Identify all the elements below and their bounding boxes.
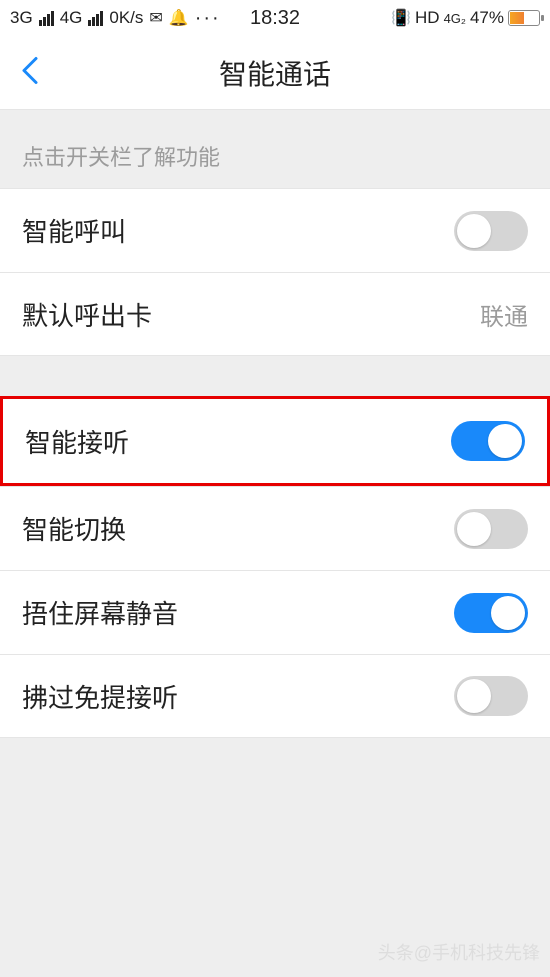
notification-bell-icon: 🔔 — [169, 8, 189, 28]
vibrate-icon: 📳 — [391, 8, 411, 28]
default-sim-value: 联通 — [480, 297, 528, 332]
watermark: 头条@手机科技先锋 — [378, 939, 540, 965]
hd-label: HD — [415, 8, 440, 28]
cover-mute-toggle[interactable] — [454, 593, 528, 633]
clock: 18:32 — [250, 7, 300, 30]
wave-answer-toggle[interactable] — [454, 676, 528, 716]
status-bar: 3G 4G 0K/s ✉ 🔔 ··· 18:32 📳 HD 4G₂ 47% — [0, 0, 550, 36]
signal-bars-2-icon — [88, 11, 103, 26]
network-1-label: 3G — [10, 8, 33, 28]
page-header: 智能通话 — [0, 36, 550, 110]
smart-answer-toggle[interactable] — [451, 421, 525, 461]
smart-call-toggle[interactable] — [454, 211, 528, 251]
row-wave-answer[interactable]: 拂过免提接听 — [0, 654, 550, 738]
highlight-box: 智能接听 — [0, 396, 550, 486]
battery-icon — [508, 10, 540, 26]
more-icon: ··· — [195, 7, 221, 30]
chevron-left-icon — [20, 54, 40, 86]
smart-switch-toggle[interactable] — [454, 509, 528, 549]
row-smart-switch[interactable]: 智能切换 — [0, 486, 550, 570]
data-speed: 0K/s — [109, 8, 143, 28]
section-hint: 点击开关栏了解功能 — [0, 110, 550, 188]
default-sim-label: 默认呼出卡 — [22, 296, 152, 333]
row-cover-mute[interactable]: 捂住屏幕静音 — [0, 570, 550, 654]
net-badge: 4G₂ — [444, 11, 466, 26]
wechat-icon: ✉ — [149, 8, 162, 28]
smart-switch-label: 智能切换 — [22, 510, 126, 547]
row-default-sim[interactable]: 默认呼出卡 联通 — [0, 272, 550, 356]
wave-answer-label: 拂过免提接听 — [22, 678, 178, 715]
back-button[interactable] — [20, 54, 40, 91]
network-2-label: 4G — [60, 8, 83, 28]
section-gap — [0, 356, 550, 396]
status-left: 3G 4G 0K/s ✉ 🔔 ··· — [10, 7, 221, 30]
page-title: 智能通话 — [219, 53, 331, 93]
smart-answer-label: 智能接听 — [25, 423, 129, 460]
status-right: 📳 HD 4G₂ 47% — [391, 8, 540, 28]
row-smart-answer[interactable]: 智能接听 — [3, 399, 547, 483]
cover-mute-label: 捂住屏幕静音 — [22, 594, 178, 631]
smart-call-label: 智能呼叫 — [22, 212, 126, 249]
row-smart-call[interactable]: 智能呼叫 — [0, 188, 550, 272]
battery-percent: 47% — [470, 8, 504, 28]
signal-bars-1-icon — [39, 11, 54, 26]
